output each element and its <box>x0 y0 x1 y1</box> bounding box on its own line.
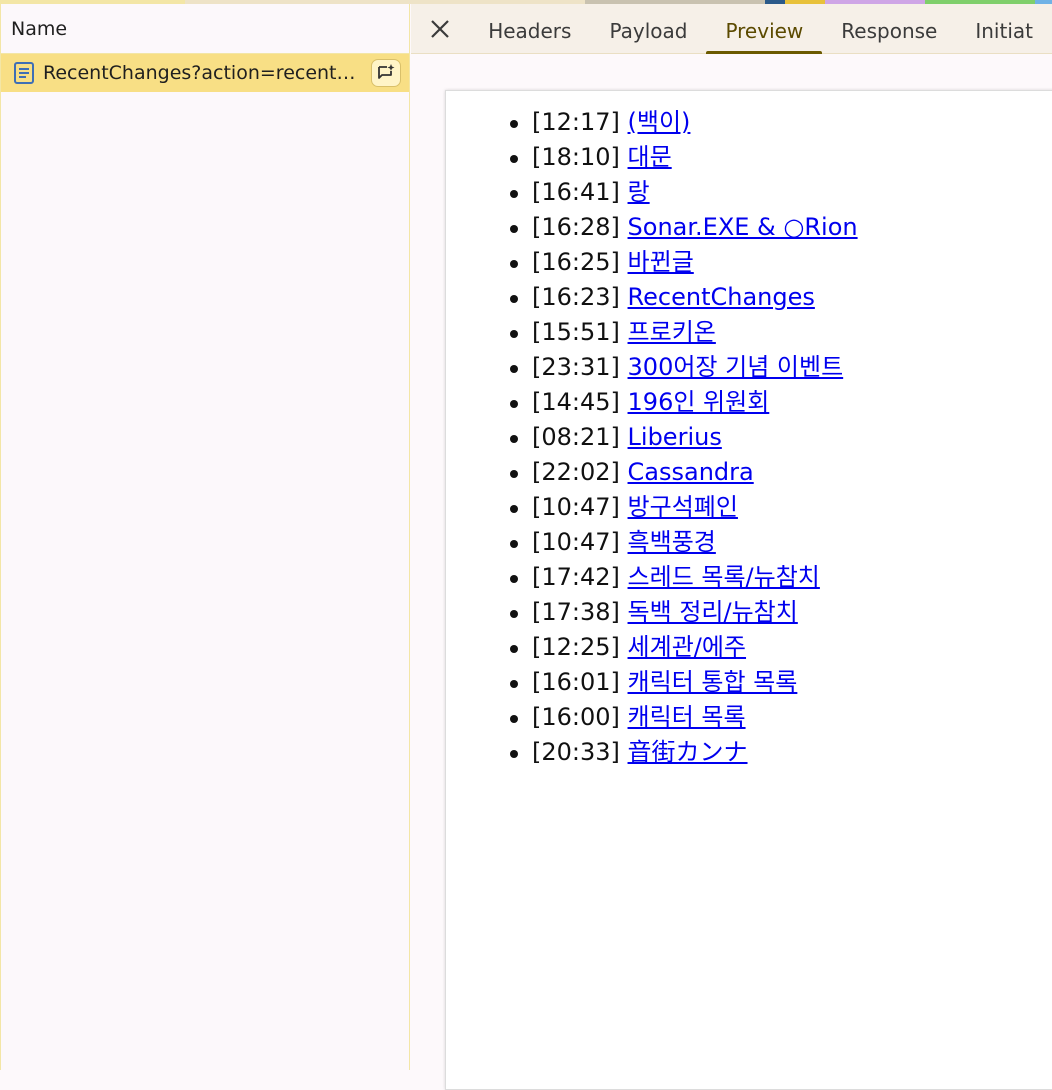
change-time: [17:42] <box>532 563 620 591</box>
list-item: [16:00] 캐릭터 목록 <box>510 700 858 735</box>
change-link[interactable]: 프로키온 <box>628 318 716 346</box>
list-item: [16:28] Sonar.EXE & ○Rion <box>510 210 858 245</box>
change-time: [12:17] <box>532 108 620 136</box>
list-item: [18:10] 대문 <box>510 140 858 175</box>
change-time: [12:25] <box>532 633 620 661</box>
change-time: [16:25] <box>532 248 620 276</box>
change-link[interactable]: 캐릭터 통합 목록 <box>628 668 798 696</box>
change-link[interactable]: 랑 <box>628 178 650 206</box>
request-name: RecentChanges?action=recent… <box>43 62 356 84</box>
tab-preview[interactable]: Preview <box>706 4 823 54</box>
change-time: [23:31] <box>532 353 620 381</box>
change-time: [10:47] <box>532 493 620 521</box>
tab-response[interactable]: Response <box>822 4 956 54</box>
change-time: [16:23] <box>532 283 620 311</box>
change-link[interactable]: 방구석폐인 <box>628 493 738 521</box>
list-item: [20:33] 音街カンナ <box>510 735 858 770</box>
change-link[interactable]: 바뀐글 <box>628 248 694 276</box>
change-time: [22:02] <box>532 458 620 486</box>
change-time: [16:28] <box>532 213 620 241</box>
list-item: [16:23] RecentChanges <box>510 280 858 315</box>
document-icon <box>14 62 34 84</box>
list-item: [12:25] 세계관/에주 <box>510 630 858 665</box>
tab-payload[interactable]: Payload <box>590 4 706 54</box>
change-link[interactable]: 독백 정리/뉴참치 <box>628 598 798 626</box>
list-item: [16:01] 캐릭터 통합 목록 <box>510 665 858 700</box>
change-time: [20:33] <box>532 738 620 766</box>
change-link[interactable]: 흑백풍경 <box>628 528 716 556</box>
change-link[interactable]: Sonar.EXE & ○Rion <box>628 213 858 241</box>
change-link[interactable]: 196인 위원회 <box>628 388 770 416</box>
change-link[interactable]: 세계관/에주 <box>628 633 747 661</box>
change-time: [16:01] <box>532 668 620 696</box>
list-item: [15:51] 프로키온 <box>510 315 858 350</box>
sparkle-chat-icon <box>378 64 395 79</box>
recent-changes-list: [12:17] (백이) [18:10] 대문 [16:41] 랑 [16:28… <box>510 105 858 770</box>
list-item: [17:38] 독백 정리/뉴참치 <box>510 595 858 630</box>
change-link[interactable]: 스레드 목록/뉴참치 <box>628 563 820 591</box>
change-time: [18:10] <box>532 143 620 171</box>
preview-document: [12:17] (백이) [18:10] 대문 [16:41] 랑 [16:28… <box>445 90 1052 1090</box>
list-item: [16:25] 바뀐글 <box>510 245 858 280</box>
list-item: [17:42] 스레드 목록/뉴참치 <box>510 560 858 595</box>
tab-initiator[interactable]: Initiat <box>956 4 1052 54</box>
change-time: [16:00] <box>532 703 620 731</box>
change-link[interactable]: RecentChanges <box>628 283 815 311</box>
tab-headers[interactable]: Headers <box>469 4 590 54</box>
change-link[interactable]: 대문 <box>628 143 672 171</box>
list-item: [10:47] 방구석폐인 <box>510 490 858 525</box>
list-item: [14:45] 196인 위원회 <box>510 385 858 420</box>
list-item: [08:21] Liberius <box>510 420 858 455</box>
change-link[interactable]: Cassandra <box>628 458 754 486</box>
list-item: [10:47] 흑백풍경 <box>510 525 858 560</box>
list-item: [22:02] Cassandra <box>510 455 858 490</box>
change-link[interactable]: 音街カンナ <box>628 738 748 766</box>
change-time: [14:45] <box>532 388 620 416</box>
change-time: [17:38] <box>532 598 620 626</box>
list-item: [12:17] (백이) <box>510 105 858 140</box>
name-column-header[interactable]: Name <box>1 4 409 54</box>
list-item: [16:41] 랑 <box>510 175 858 210</box>
list-item: [23:31] 300어장 기념 이벤트 <box>510 350 858 385</box>
close-icon <box>431 19 449 38</box>
change-link[interactable]: 캐릭터 목록 <box>628 703 746 731</box>
change-time: [08:21] <box>532 423 620 451</box>
change-link[interactable]: Liberius <box>628 423 722 451</box>
request-row-selected[interactable]: RecentChanges?action=recent… <box>1 54 409 92</box>
change-link[interactable]: (백이) <box>628 108 691 136</box>
preview-pane: [12:17] (백이) [18:10] 대문 [16:41] 랑 [16:28… <box>411 55 1052 1090</box>
detail-tabbar: Headers Payload Preview Response Initiat <box>411 4 1052 54</box>
request-list-panel: Name RecentChanges?action=recent… <box>0 4 410 1070</box>
change-time: [15:51] <box>532 318 620 346</box>
close-detail-button[interactable] <box>411 4 469 54</box>
change-link[interactable]: 300어장 기념 이벤트 <box>628 353 844 381</box>
ai-assist-button[interactable] <box>371 59 401 87</box>
change-time: [10:47] <box>532 528 620 556</box>
change-time: [16:41] <box>532 178 620 206</box>
